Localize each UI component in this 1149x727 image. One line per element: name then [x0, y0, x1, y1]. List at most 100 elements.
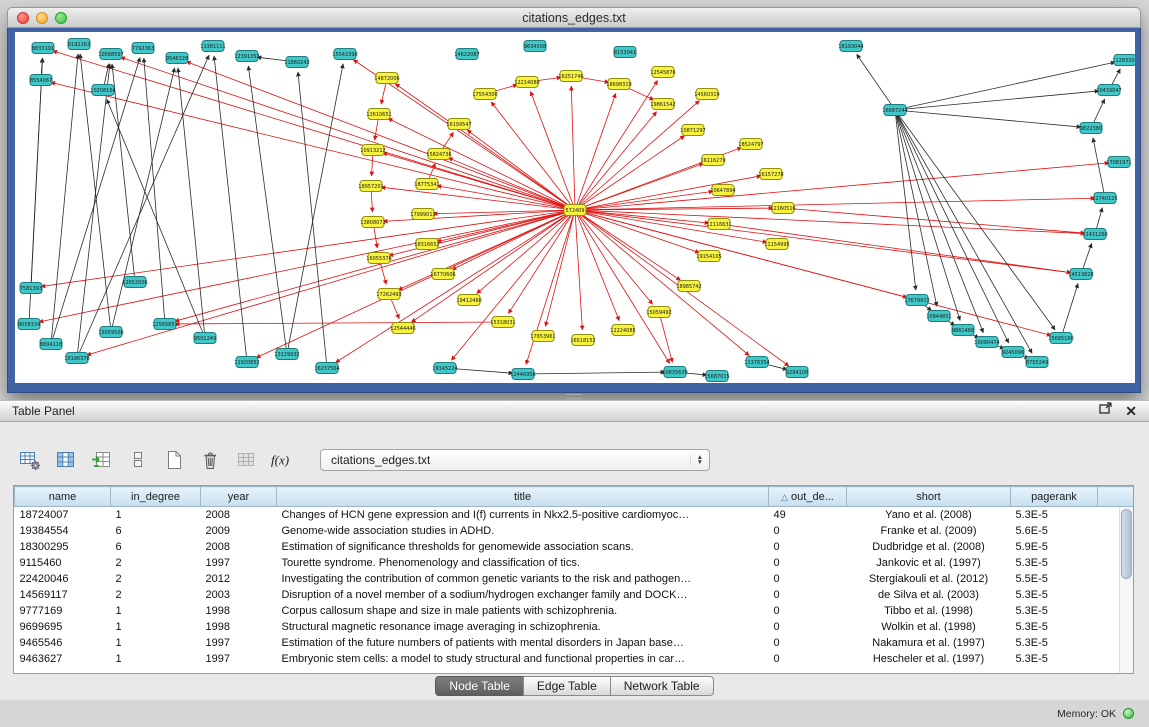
network-node[interactable]: 9058334	[18, 319, 40, 330]
table-cell[interactable]: 5.3E-5	[1011, 587, 1098, 603]
network-node[interactable]: 12610651	[366, 109, 391, 120]
table-cell[interactable]: 0	[769, 539, 847, 555]
close-panel-icon[interactable]: ✕	[1125, 404, 1137, 418]
table-cell[interactable]: 2008	[201, 507, 277, 523]
table-cell[interactable]: 1	[111, 651, 201, 667]
panel-resize-handle[interactable]	[566, 394, 582, 399]
column-header-year[interactable]: year	[201, 487, 277, 507]
network-node[interactable]: 8153041	[614, 47, 636, 58]
table-cell[interactable]: 0	[769, 651, 847, 667]
network-node[interactable]: 16116279	[700, 155, 725, 166]
table-cell[interactable]: 0	[769, 555, 847, 571]
network-node[interactable]: 9634508	[524, 41, 546, 52]
table-cell[interactable]: de Silva et al. (2003)	[847, 587, 1011, 603]
table-cell[interactable]: 14569117	[15, 587, 111, 603]
network-node[interactable]: 16518152	[570, 335, 595, 346]
table-cell[interactable]: Wolkin et al. (1998)	[847, 619, 1011, 635]
table-cell[interactable]: 1997	[201, 555, 277, 571]
network-node[interactable]: 12160516	[770, 203, 795, 214]
row-options-icon[interactable]	[124, 447, 152, 473]
table-cell[interactable]: 1	[111, 635, 201, 651]
network-node[interactable]: 14872006	[374, 73, 399, 84]
network-node[interactable]: 19145224	[432, 363, 457, 374]
table-cell[interactable]: 5.3E-5	[1011, 619, 1098, 635]
network-node[interactable]: 12652006	[122, 277, 147, 288]
table-cell[interactable]: 2	[111, 571, 201, 587]
tab-network-table[interactable]: Network Table	[610, 676, 714, 696]
network-node[interactable]: 10871297	[680, 125, 705, 136]
table-cell[interactable]: Yano et al. (2008)	[847, 507, 1011, 523]
column-header-short[interactable]: short	[847, 487, 1011, 507]
table-cell[interactable]: Tourette syndrome. Phenomenology and cla…	[277, 555, 769, 571]
network-node[interactable]: 572409	[564, 205, 586, 216]
table-cell[interactable]: 9777169	[15, 603, 111, 619]
table-cell[interactable]: 0	[769, 603, 847, 619]
network-node[interactable]: 10090474	[974, 337, 999, 348]
table-scrollbar[interactable]	[1119, 507, 1133, 673]
network-node[interactable]: 15059506	[98, 327, 123, 338]
table-cell[interactable]: Corpus callosum shape and size in male p…	[277, 603, 769, 619]
function-builder-icon[interactable]: f(x)	[268, 447, 296, 473]
table-cell[interactable]: Dudbridge et al. (2008)	[847, 539, 1011, 555]
network-node[interactable]: 11381111	[200, 41, 225, 52]
network-node[interactable]: 10647894	[710, 185, 735, 196]
delete-table-icon[interactable]	[196, 447, 224, 473]
table-cell[interactable]: 5.3E-5	[1011, 635, 1098, 651]
network-node[interactable]: 16199547	[446, 119, 471, 130]
network-node[interactable]: 12224085	[610, 325, 635, 336]
table-mode-icon[interactable]	[16, 447, 44, 473]
show-columns-icon[interactable]	[52, 447, 80, 473]
network-node[interactable]: 12545876	[650, 67, 675, 78]
network-node[interactable]: 7581393	[20, 283, 42, 294]
network-node[interactable]: 7792363	[132, 43, 154, 54]
table-cell[interactable]: 2003	[201, 587, 277, 603]
network-node[interactable]: 10196378	[64, 353, 89, 364]
network-node[interactable]: 18524797	[738, 139, 763, 150]
table-row[interactable]: 977716911998Corpus callosum shape and si…	[15, 603, 1135, 619]
network-node[interactable]: 12116631	[706, 219, 731, 230]
merge-table-icon[interactable]	[232, 447, 260, 473]
network-node[interactable]: 17999013	[410, 209, 435, 220]
table-cell[interactable]: 5.3E-5	[1011, 507, 1098, 523]
network-node[interactable]: 18775341	[414, 179, 439, 190]
table-cell[interactable]: Nakamura et al. (1997)	[847, 635, 1011, 651]
table-selector-dropdown[interactable]: citations_edges.txt ▲▼	[320, 449, 710, 471]
tab-node-table[interactable]: Node Table	[435, 676, 524, 696]
table-row[interactable]: 946362711997Embryonic stem cells: a mode…	[15, 651, 1135, 667]
table-cell[interactable]: Genome-wide association studies in ADHD.	[277, 523, 769, 539]
network-node[interactable]: 16770606	[430, 269, 455, 280]
network-node[interactable]: 12544446	[390, 323, 415, 334]
table-cell[interactable]: 49	[769, 507, 847, 523]
network-node[interactable]: 15318031	[490, 317, 515, 328]
table-cell[interactable]: 9463627	[15, 651, 111, 667]
table-cell[interactable]: Changes of HCN gene expression and I(f) …	[277, 507, 769, 523]
table-cell[interactable]: 2	[111, 555, 201, 571]
table-cell[interactable]: 1998	[201, 603, 277, 619]
network-node[interactable]: 13129932	[274, 349, 299, 360]
table-cell[interactable]: 2	[111, 587, 201, 603]
table-cell[interactable]: Structural magnetic resonance image aver…	[277, 619, 769, 635]
table-cell[interactable]: Tibbo et al. (1998)	[847, 603, 1011, 619]
column-header-name[interactable]: name	[15, 487, 111, 507]
zoom-window-button[interactable]	[55, 12, 67, 24]
network-node[interactable]: 16157278	[758, 169, 783, 180]
network-node[interactable]: 9822380	[1080, 123, 1102, 134]
table-cell[interactable]: 1997	[201, 635, 277, 651]
table-cell[interactable]: Hescheler et al. (1997)	[847, 651, 1011, 667]
table-cell[interactable]: 5.3E-5	[1011, 651, 1098, 667]
table-cell[interactable]: Investigating the contribution of common…	[277, 571, 769, 587]
network-node[interactable]: 10835639	[662, 367, 687, 378]
network-node[interactable]: 11376354	[744, 357, 769, 368]
table-row[interactable]: 969969511998Structural magnetic resonanc…	[15, 619, 1135, 635]
network-node[interactable]: 17081971	[1106, 157, 1131, 168]
table-cell[interactable]: Jankovic et al. (1997)	[847, 555, 1011, 571]
network-node[interactable]: 9245096	[1002, 347, 1024, 358]
table-cell[interactable]: 5.5E-5	[1011, 571, 1098, 587]
network-node[interactable]: 18316652	[414, 239, 439, 250]
network-node[interactable]: 15687015	[704, 371, 729, 382]
table-row[interactable]: 1456911722003Disruption of a novel membe…	[15, 587, 1135, 603]
network-node[interactable]: 12446956	[510, 369, 535, 380]
network-node[interactable]: 19154105	[696, 251, 721, 262]
network-node[interactable]: 14560319	[694, 89, 719, 100]
close-window-button[interactable]	[17, 12, 29, 24]
